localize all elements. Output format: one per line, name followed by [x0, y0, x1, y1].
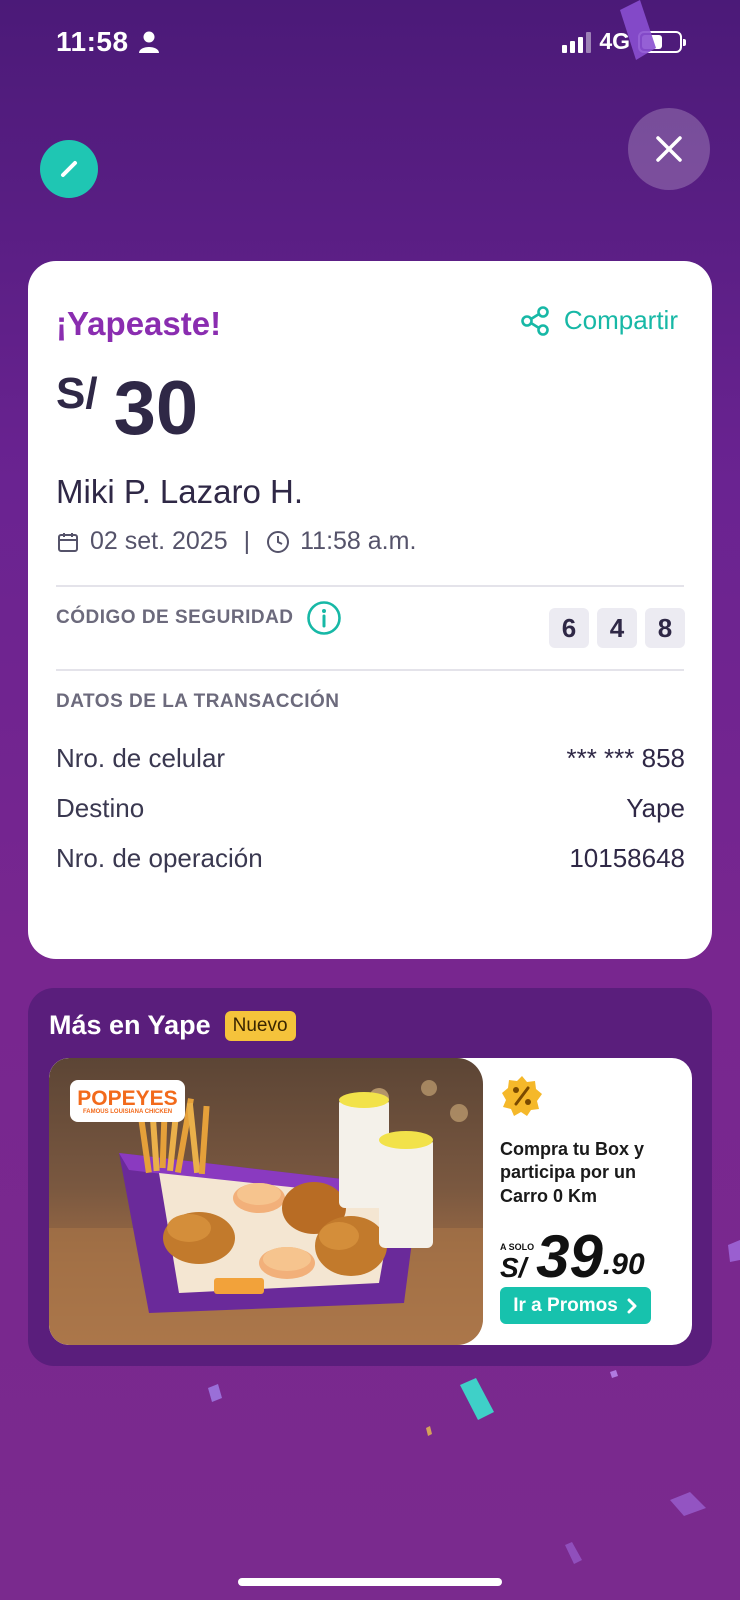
signal-icon	[562, 31, 592, 53]
battery-icon	[638, 30, 686, 53]
price-integer: 39	[536, 1223, 603, 1290]
promo-banner[interactable]: POPEYES FAMOUS LOUISIANA CHICKEN Compra …	[49, 1058, 692, 1345]
close-button[interactable]	[628, 108, 710, 190]
amount-value: 30	[113, 366, 199, 451]
transaction-time: 11:58 a.m.	[300, 527, 417, 555]
destination-label: Destino	[56, 793, 145, 823]
price-prefix-text: A SOLO	[500, 1242, 535, 1252]
promo-image: POPEYES FAMOUS LOUISIANA CHICKEN	[49, 1058, 483, 1345]
transaction-data-title: DATOS DE LA TRANSACCIÓN	[56, 691, 340, 712]
calendar-icon	[58, 532, 78, 552]
promo-line: Carro 0 Km	[500, 1185, 598, 1206]
datetime-separator: |	[243, 527, 251, 555]
promo-line: Compra tu Box y	[500, 1139, 645, 1159]
status-time: 11:58	[56, 26, 129, 57]
security-digit: 4	[597, 608, 637, 648]
promo-button-label: Ir a Promos	[513, 1294, 618, 1316]
phone-value: *** *** 858	[566, 743, 685, 773]
discount-badge-icon	[502, 1076, 542, 1116]
share-button[interactable]: Compartir	[520, 305, 678, 336]
brand-name: POPEYES	[77, 1086, 178, 1110]
operation-value: 10158648	[569, 843, 685, 873]
operation-label: Nro. de operación	[56, 843, 263, 873]
edit-button[interactable]	[40, 140, 98, 198]
destination-row: Destino Yape	[56, 793, 685, 824]
info-icon[interactable]	[306, 600, 342, 636]
recipient-name: Miki P. Lazaro H.	[56, 473, 303, 510]
amount: S/ 30	[56, 363, 198, 447]
receipt-card: ¡Yapeaste! Compartir S/ 30 Miki P. Lazar…	[28, 261, 712, 959]
share-label: Compartir	[563, 305, 678, 335]
transaction-datetime: 02 set. 2025 | 11:58 a.m.	[56, 527, 416, 556]
brand-subtitle: FAMOUS LOUISIANA CHICKEN	[82, 1108, 173, 1115]
destination-value: Yape	[626, 793, 685, 823]
more-title: Más en Yape Nuevo	[49, 1010, 296, 1041]
person-icon	[139, 31, 159, 53]
more-title-text: Más en Yape	[49, 1010, 211, 1040]
home-indicator[interactable]	[238, 1578, 502, 1586]
security-digit: 6	[549, 608, 589, 648]
promo-price: A SOLO S/ 39 .90	[500, 1223, 645, 1290]
security-code: 6 4 8	[549, 608, 685, 648]
status-indicators: 4G	[562, 28, 686, 55]
clock-icon	[267, 530, 290, 553]
amount-currency: S/	[56, 369, 98, 418]
close-icon	[656, 136, 682, 162]
go-to-promos-button[interactable]: Ir a Promos	[500, 1287, 651, 1324]
divider	[56, 585, 684, 587]
divider	[56, 669, 684, 671]
transaction-date: 02 set. 2025	[90, 527, 228, 555]
operation-row: Nro. de operación 10158648	[56, 843, 685, 874]
network-label: 4G	[599, 28, 630, 54]
security-code-label: CÓDIGO DE SEGURIDAD	[56, 600, 342, 636]
price-currency: S/	[500, 1252, 527, 1283]
security-digit: 8	[645, 608, 685, 648]
receipt-title: ¡Yapeaste!	[56, 305, 222, 342]
phone-row: Nro. de celular *** *** 858	[56, 743, 685, 774]
popeyes-logo: POPEYES FAMOUS LOUISIANA CHICKEN	[70, 1080, 185, 1122]
price-prefix: A SOLO S/	[500, 1242, 534, 1284]
promo-line: participa por un	[500, 1162, 637, 1183]
status-bar: 11:58 4G	[0, 0, 740, 86]
share-icon	[521, 305, 549, 336]
security-code-text: CÓDIGO DE SEGURIDAD	[56, 607, 294, 628]
promo-description: Compra tu Box y participa por un Carro 0…	[500, 1138, 680, 1208]
new-badge: Nuevo	[224, 1010, 296, 1041]
chevron-right-icon	[627, 1298, 637, 1313]
more-in-yape-section: Más en Yape Nuevo POPEYES FAMOUS LOUISIA…	[28, 988, 712, 1366]
price-decimals: .90	[602, 1248, 645, 1281]
pencil-icon	[61, 161, 77, 177]
phone-label: Nro. de celular	[56, 743, 226, 773]
